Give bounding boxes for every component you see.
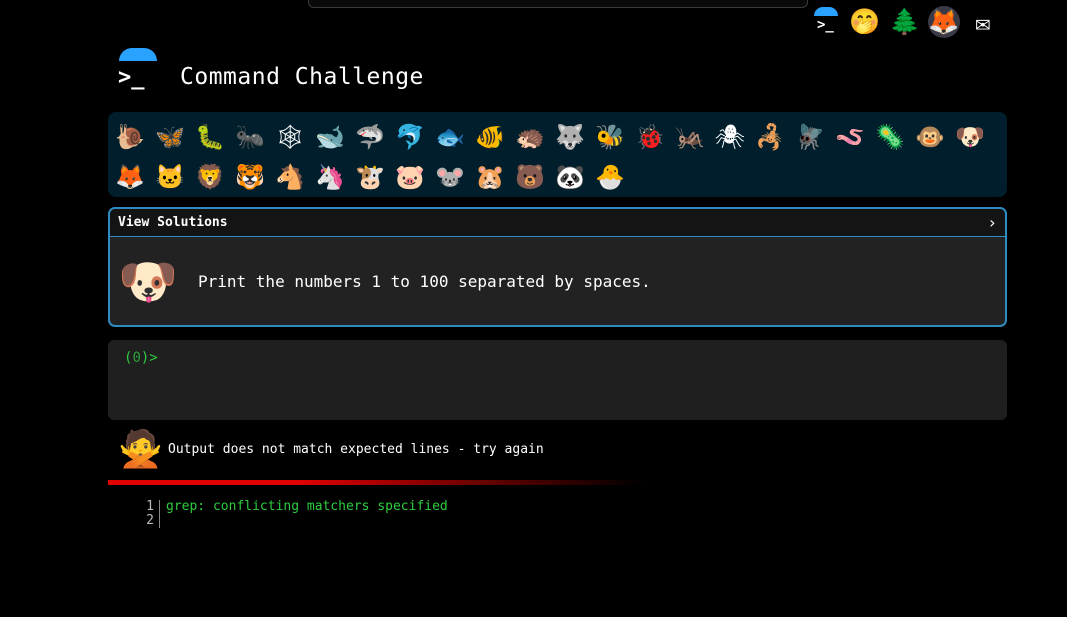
top-icon-bar: >_ 🤭 🌲 🦊 ✉: [808, 4, 1000, 40]
line-number: 1: [140, 500, 160, 514]
animal-challenge-icon[interactable]: 🪱: [830, 117, 870, 157]
app-logo-icon[interactable]: >_: [114, 48, 160, 94]
animal-challenge-icon[interactable]: 🐴: [270, 157, 310, 197]
page-title: Command Challenge: [180, 64, 424, 90]
animal-challenge-icon[interactable]: 🦗: [670, 117, 710, 157]
animal-challenge-icon[interactable]: 🐌: [110, 117, 150, 157]
output-line: 2: [140, 514, 448, 528]
prompt-close: )>: [140, 350, 158, 366]
animal-challenge-icon[interactable]: 🕷: [710, 117, 750, 157]
animal-challenge-icon[interactable]: 🐯: [230, 157, 270, 197]
animal-challenge-icon[interactable]: 🦄: [310, 157, 350, 197]
person-gesturing-no-icon: 🙅: [118, 429, 163, 470]
terminal-input[interactable]: (0)>: [108, 340, 1007, 420]
view-solutions-label: View Solutions: [118, 215, 228, 230]
envelope-icon[interactable]: ✉: [966, 5, 1000, 39]
animal-challenge-icon[interactable]: 🪰: [790, 117, 830, 157]
animal-challenge-icon[interactable]: 🐮: [350, 157, 390, 197]
animal-challenge-icon[interactable]: 🐶: [950, 117, 990, 157]
animal-challenge-icon[interactable]: 🦠: [870, 117, 910, 157]
output-line: 1 grep: conflicting matchers specified: [140, 500, 448, 514]
animal-challenge-icon[interactable]: 🐷: [390, 157, 430, 197]
evergreen-tree-icon[interactable]: 🌲: [888, 5, 922, 39]
dog-face-icon: 🐶: [118, 253, 178, 310]
task-description: Print the numbers 1 to 100 separated by …: [198, 271, 651, 291]
animal-challenge-icon[interactable]: 🐵: [910, 117, 950, 157]
gitlab-icon[interactable]: 🦊: [928, 6, 960, 38]
animal-row-2: 🦊 🐱 🦁 🐯 🐴 🦄 🐮 🐷 🐭 🐹 🐻 🐼 🐣: [110, 157, 1007, 197]
top-address-bar: [308, 0, 808, 8]
view-solutions-toggle[interactable]: View Solutions ›: [110, 209, 1005, 237]
animal-challenge-icon[interactable]: 🐣: [590, 157, 630, 197]
prompt-count: 0: [132, 350, 141, 366]
animal-challenge-icon[interactable]: 🦋: [150, 117, 190, 157]
animal-challenge-icon[interactable]: 🐹: [470, 157, 510, 197]
animal-challenge-icon[interactable]: 🦔: [510, 117, 550, 157]
error-indicator-line: [108, 480, 643, 485]
animal-challenge-icon[interactable]: 🐱: [150, 157, 190, 197]
result-message: 🙅 Output does not match expected lines -…: [118, 428, 544, 470]
command-output: 1 grep: conflicting matchers specified 2: [140, 500, 448, 528]
task-card: View Solutions › 🐶 Print the numbers 1 t…: [108, 207, 1007, 327]
challenge-animal-bar: 🐌 🦋 🐛 🐜 🕸 🐋 🦈 🐬 🐟 🐠 🦔 🐺 🐝 🐞 🦗 🕷 🦂 🪰 🪱 🦠 🐵 🐶 🦊 🐱 🦁 🐯 🐴 🦄 🐮 🐷 🐭 🐹 🐻 🐼 🐣: [108, 112, 1007, 197]
animal-challenge-icon[interactable]: 🐞: [630, 117, 670, 157]
animal-challenge-icon[interactable]: 🐛: [190, 117, 230, 157]
animal-challenge-icon[interactable]: 🐋: [310, 117, 350, 157]
animal-challenge-icon[interactable]: 🦊: [110, 157, 150, 197]
animal-challenge-icon[interactable]: 🐝: [590, 117, 630, 157]
animal-row-1: 🐌 🦋 🐛 🐜 🕸 🐋 🦈 🐬 🐟 🐠 🦔 🐺 🐝 🐞 🦗 🕷 🦂 🪰 🪱 🦠 🐵 🐶: [110, 117, 1007, 157]
hand-over-mouth-icon[interactable]: 🤭: [848, 5, 882, 39]
chevron-right-icon[interactable]: ›: [987, 213, 997, 232]
output-text: grep: conflicting matchers specified: [166, 499, 448, 514]
animal-challenge-icon[interactable]: 🕸: [270, 117, 310, 157]
line-number: 2: [140, 514, 160, 528]
result-text: Output does not match expected lines - t…: [168, 441, 544, 457]
animal-challenge-icon[interactable]: 🐻: [510, 157, 550, 197]
animal-challenge-icon[interactable]: 🐭: [430, 157, 470, 197]
animal-challenge-icon[interactable]: 🐠: [470, 117, 510, 157]
animal-challenge-icon[interactable]: 🐬: [390, 117, 430, 157]
animal-challenge-icon[interactable]: 🐼: [550, 157, 590, 197]
command-challenge-icon[interactable]: >_: [808, 5, 842, 39]
animal-challenge-icon[interactable]: 🦈: [350, 117, 390, 157]
task-body: 🐶 Print the numbers 1 to 100 separated b…: [110, 237, 1005, 325]
animal-challenge-icon[interactable]: 🐟: [430, 117, 470, 157]
animal-challenge-icon[interactable]: 🦁: [190, 157, 230, 197]
animal-challenge-icon[interactable]: 🐺: [550, 117, 590, 157]
animal-challenge-icon[interactable]: 🐜: [230, 117, 270, 157]
animal-challenge-icon[interactable]: 🦂: [750, 117, 790, 157]
